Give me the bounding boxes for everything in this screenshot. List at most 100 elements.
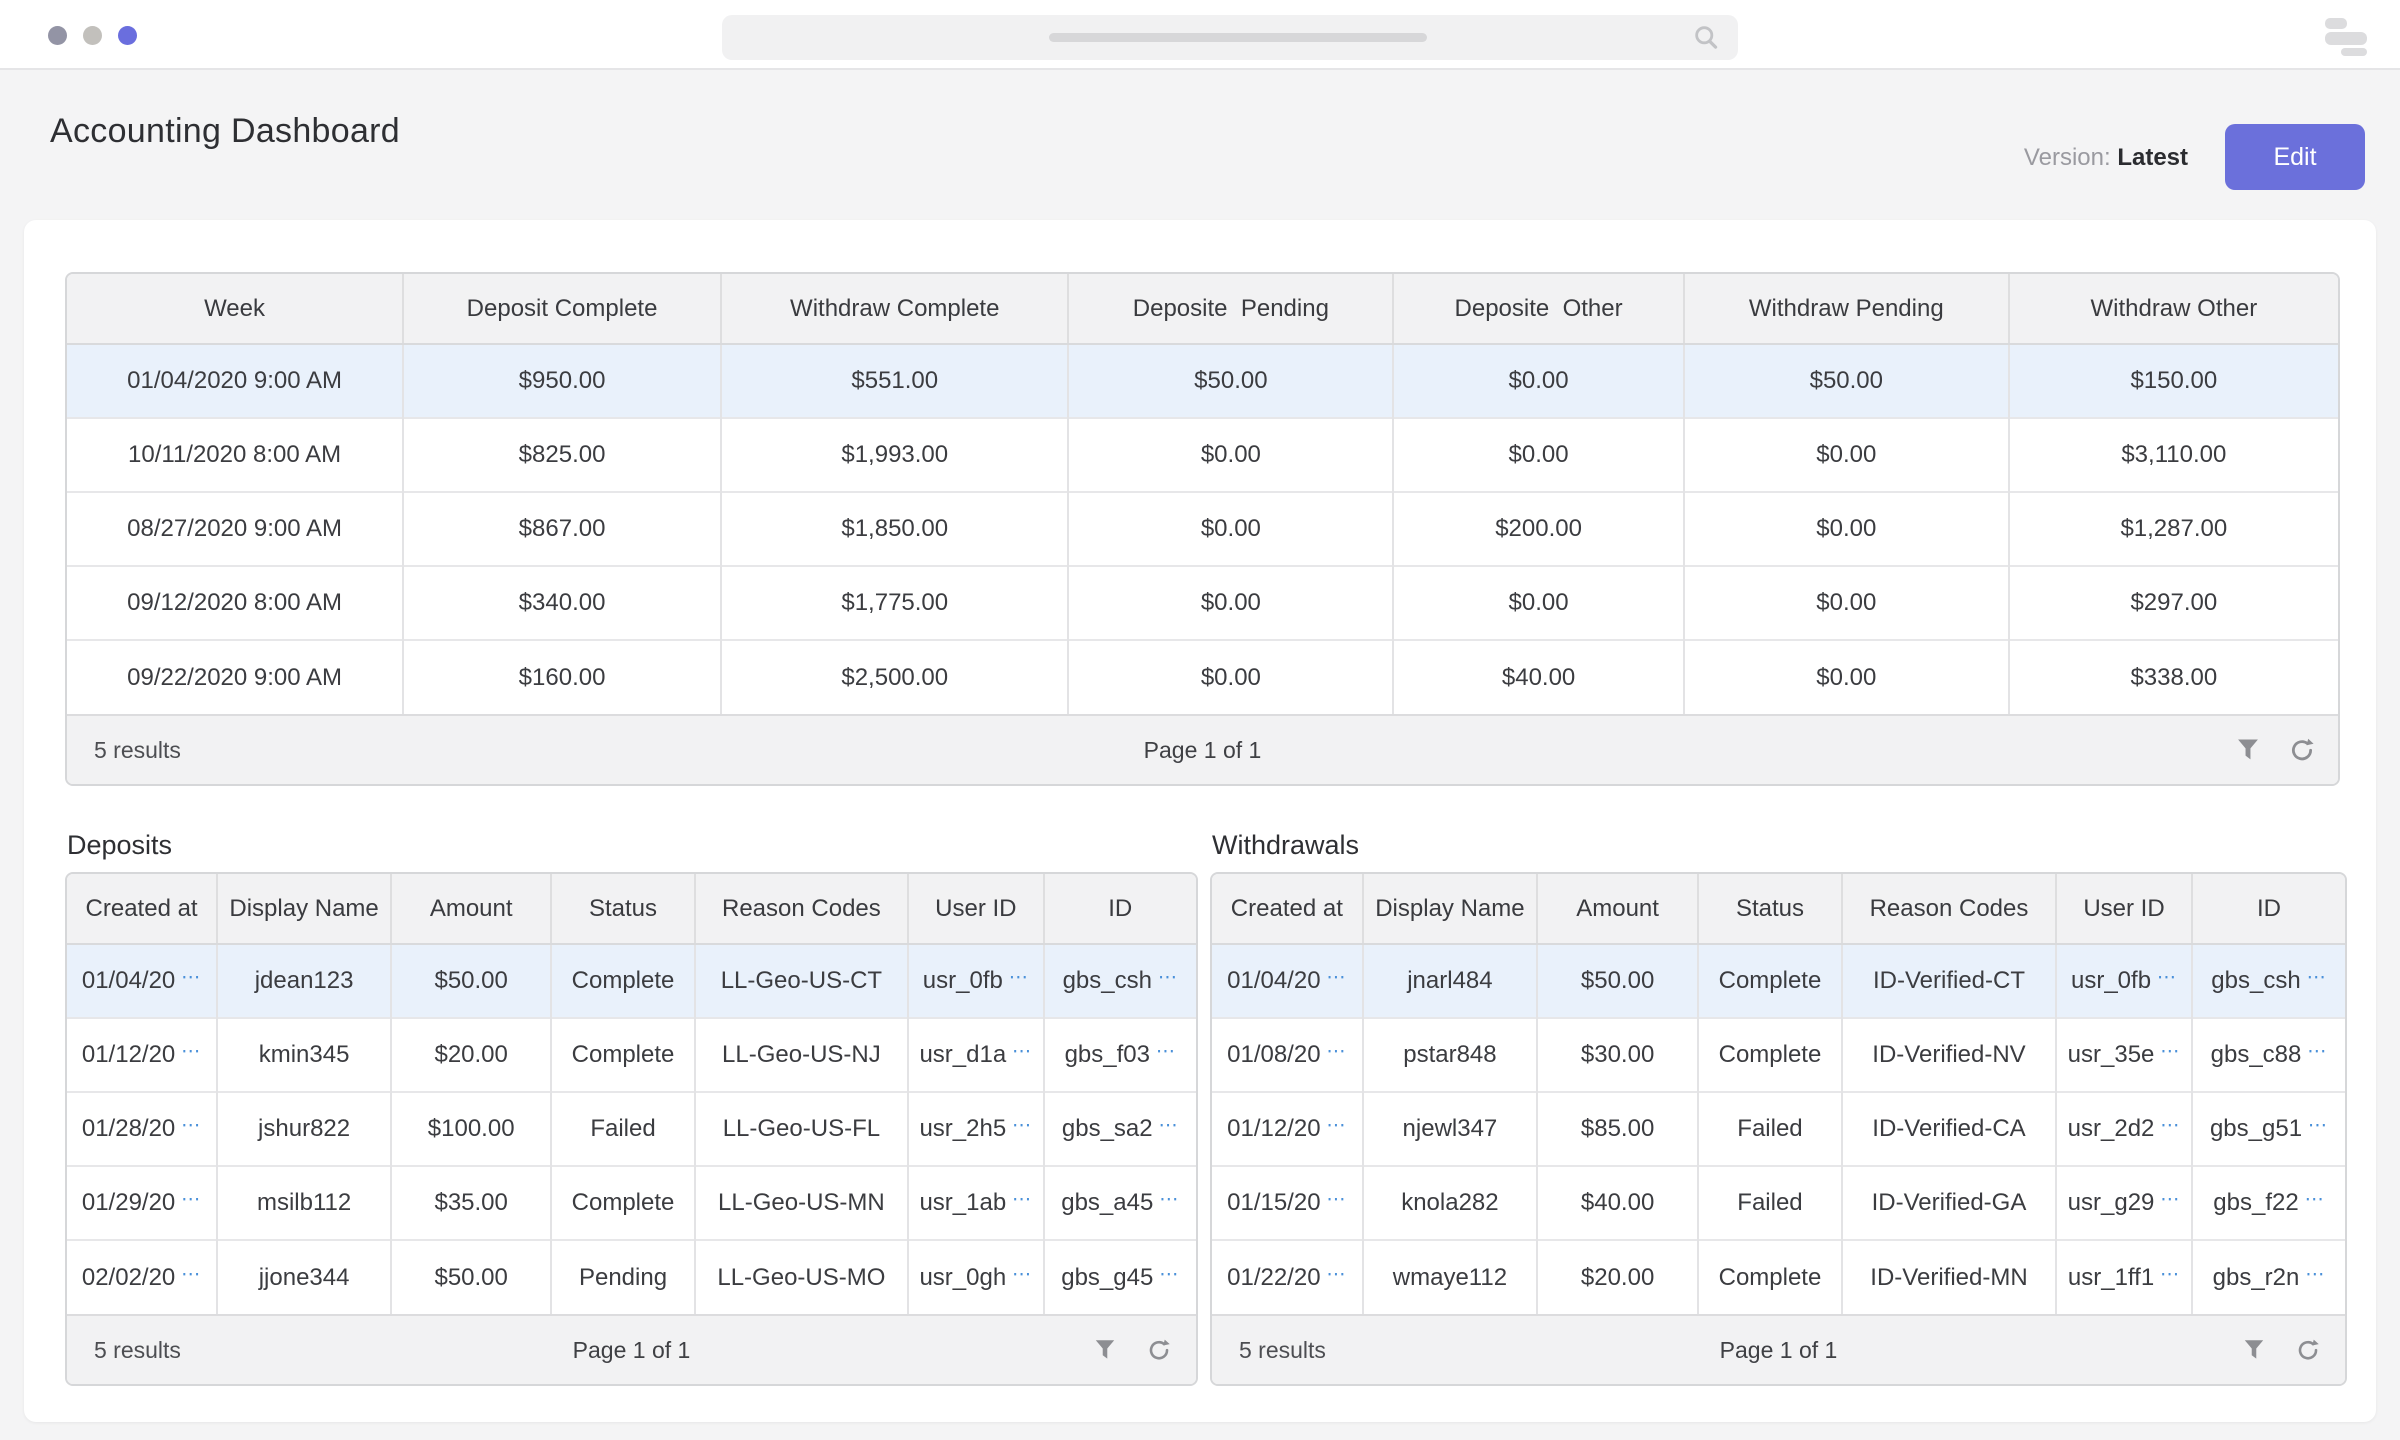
table-row[interactable]: 01/29/20⋯ msilb112 $35.00 Complete LL-Ge…	[67, 1166, 1196, 1240]
id-cell: gbs_g45⋯	[1044, 1240, 1196, 1314]
column-header: ID	[2192, 874, 2345, 944]
amount-cell: $20.00	[1537, 1240, 1698, 1314]
page-indicator: Page 1 of 1	[1720, 1337, 1838, 1364]
refresh-button[interactable]	[1146, 1335, 1176, 1365]
results-count: 5 results	[94, 737, 181, 764]
edit-button[interactable]: Edit	[2225, 124, 2365, 190]
user-id-cell: usr_g29⋯	[2056, 1166, 2192, 1240]
withdraw-pending-cell: $0.00	[1684, 566, 2009, 640]
table-row[interactable]: 01/04/20⋯ jdean123 $50.00 Complete LL-Ge…	[67, 944, 1196, 1018]
user-id-cell: usr_1ab⋯	[908, 1166, 1043, 1240]
id-cell: gbs_csh⋯	[2192, 944, 2345, 1018]
deposit-other-cell: $40.00	[1393, 640, 1684, 714]
stack-icon[interactable]	[2325, 18, 2367, 56]
page-title: Accounting Dashboard	[50, 112, 400, 151]
window-controls	[48, 26, 137, 45]
column-header: User ID	[2056, 874, 2192, 944]
table-row[interactable]: 01/12/20⋯ njewl347 $85.00 Failed ID-Veri…	[1212, 1092, 2345, 1166]
deposit-pending-cell: $0.00	[1068, 418, 1393, 492]
reason-codes-cell: LL-Geo-US-MO	[695, 1240, 908, 1314]
table-footer: 5 results Page 1 of 1	[67, 1314, 1196, 1384]
truncation-icon: ⋯	[1012, 1115, 1032, 1136]
table-row[interactable]: 02/02/20⋯ jjone344 $50.00 Pending LL-Geo…	[67, 1240, 1196, 1314]
truncation-icon: ⋯	[1158, 967, 1178, 988]
truncation-icon: ⋯	[2157, 967, 2177, 988]
deposit-complete-cell: $340.00	[403, 566, 721, 640]
table-footer: 5 results Page 1 of 1	[1212, 1314, 2345, 1384]
column-header: Status	[1698, 874, 1842, 944]
display-name-cell: knola282	[1363, 1166, 1537, 1240]
deposit-pending-cell: $50.00	[1068, 344, 1393, 418]
filter-button[interactable]	[1092, 1335, 1122, 1365]
refresh-button[interactable]	[2288, 735, 2318, 765]
table-row[interactable]: 10/11/2020 8:00 AM $825.00 $1,993.00 $0.…	[67, 418, 2338, 492]
truncation-icon: ⋯	[1327, 1041, 1347, 1062]
truncation-icon: ⋯	[181, 1041, 201, 1062]
window-dot-1[interactable]	[48, 26, 67, 45]
user-id-cell: usr_0gh⋯	[908, 1240, 1043, 1314]
truncation-icon: ⋯	[2308, 1115, 2328, 1136]
browser-chrome	[0, 0, 2400, 70]
table-row[interactable]: 09/22/2020 9:00 AM $160.00 $2,500.00 $0.…	[67, 640, 2338, 714]
week-cell: 01/04/2020 9:00 AM	[67, 344, 403, 418]
table-row[interactable]: 01/15/20⋯ knola282 $40.00 Failed ID-Veri…	[1212, 1166, 2345, 1240]
column-header: Reason Codes	[1842, 874, 2056, 944]
withdraw-pending-cell: $50.00	[1684, 344, 2009, 418]
status-cell: Complete	[551, 944, 694, 1018]
window-dot-3[interactable]	[118, 26, 137, 45]
browser-address-bar[interactable]	[722, 15, 1738, 60]
filter-button[interactable]	[2241, 1335, 2271, 1365]
truncation-icon: ⋯	[2307, 967, 2327, 988]
table-row[interactable]: 01/08/20⋯ pstar848 $30.00 Complete ID-Ve…	[1212, 1018, 2345, 1092]
reason-codes-cell: LL-Geo-US-FL	[695, 1092, 908, 1166]
reason-codes-cell: LL-Geo-US-NJ	[695, 1018, 908, 1092]
table-row[interactable]: 01/28/20⋯ jshur822 $100.00 Failed LL-Geo…	[67, 1092, 1196, 1166]
deposit-other-cell: $0.00	[1393, 418, 1684, 492]
table-row[interactable]: 01/04/2020 9:00 AM $950.00 $551.00 $50.0…	[67, 344, 2338, 418]
funnel-icon	[2241, 1337, 2267, 1363]
column-header: Created at	[67, 874, 217, 944]
status-cell: Complete	[1698, 1240, 1842, 1314]
display-name-cell: jdean123	[217, 944, 391, 1018]
withdrawals-section-title: Withdrawals	[1212, 830, 1359, 861]
page-indicator: Page 1 of 1	[1144, 737, 1262, 764]
created-at-cell: 01/22/20⋯	[1212, 1240, 1363, 1314]
reason-codes-cell: LL-Geo-US-CT	[695, 944, 908, 1018]
week-cell: 09/22/2020 9:00 AM	[67, 640, 403, 714]
refresh-button[interactable]	[2295, 1335, 2325, 1365]
truncation-icon: ⋯	[181, 1189, 201, 1210]
user-id-cell: usr_0fb⋯	[2056, 944, 2192, 1018]
status-cell: Failed	[551, 1092, 694, 1166]
created-at-cell: 01/04/20⋯	[67, 944, 217, 1018]
table-row[interactable]: 08/27/2020 9:00 AM $867.00 $1,850.00 $0.…	[67, 492, 2338, 566]
truncation-icon: ⋯	[2305, 1189, 2325, 1210]
truncation-icon: ⋯	[1012, 1189, 1032, 1210]
truncation-icon: ⋯	[1327, 1264, 1347, 1285]
withdraw-pending-cell: $0.00	[1684, 418, 2009, 492]
table-row[interactable]: 01/04/20⋯ jnarl484 $50.00 Complete ID-Ve…	[1212, 944, 2345, 1018]
table-row[interactable]: 01/22/20⋯ wmaye112 $20.00 Complete ID-Ve…	[1212, 1240, 2345, 1314]
dashboard-card: WeekDeposit CompleteWithdraw CompleteDep…	[24, 220, 2376, 1422]
week-cell: 09/12/2020 8:00 AM	[67, 566, 403, 640]
deposit-complete-cell: $825.00	[403, 418, 721, 492]
window-dot-2[interactable]	[83, 26, 102, 45]
id-cell: gbs_f03⋯	[1044, 1018, 1196, 1092]
withdrawals-table: Created atDisplay NameAmountStatusReason…	[1210, 872, 2347, 1386]
column-header: Amount	[1537, 874, 1698, 944]
table-row[interactable]: 09/12/2020 8:00 AM $340.00 $1,775.00 $0.…	[67, 566, 2338, 640]
column-header: Display Name	[1363, 874, 1537, 944]
display-name-cell: njewl347	[1363, 1092, 1537, 1166]
display-name-cell: pstar848	[1363, 1018, 1537, 1092]
withdraw-other-cell: $150.00	[2009, 344, 2338, 418]
reason-codes-cell: ID-Verified-MN	[1842, 1240, 2056, 1314]
table-row[interactable]: 01/12/20⋯ kmin345 $20.00 Complete LL-Geo…	[67, 1018, 1196, 1092]
amount-cell: $40.00	[1537, 1166, 1698, 1240]
display-name-cell: jshur822	[217, 1092, 391, 1166]
truncation-icon: ⋯	[1327, 1115, 1347, 1136]
reason-codes-cell: ID-Verified-CT	[1842, 944, 2056, 1018]
column-header: Status	[551, 874, 694, 944]
withdraw-complete-cell: $2,500.00	[721, 640, 1068, 714]
id-cell: gbs_r2n⋯	[2192, 1240, 2345, 1314]
refresh-icon	[1146, 1337, 1172, 1363]
filter-button[interactable]	[2234, 735, 2264, 765]
